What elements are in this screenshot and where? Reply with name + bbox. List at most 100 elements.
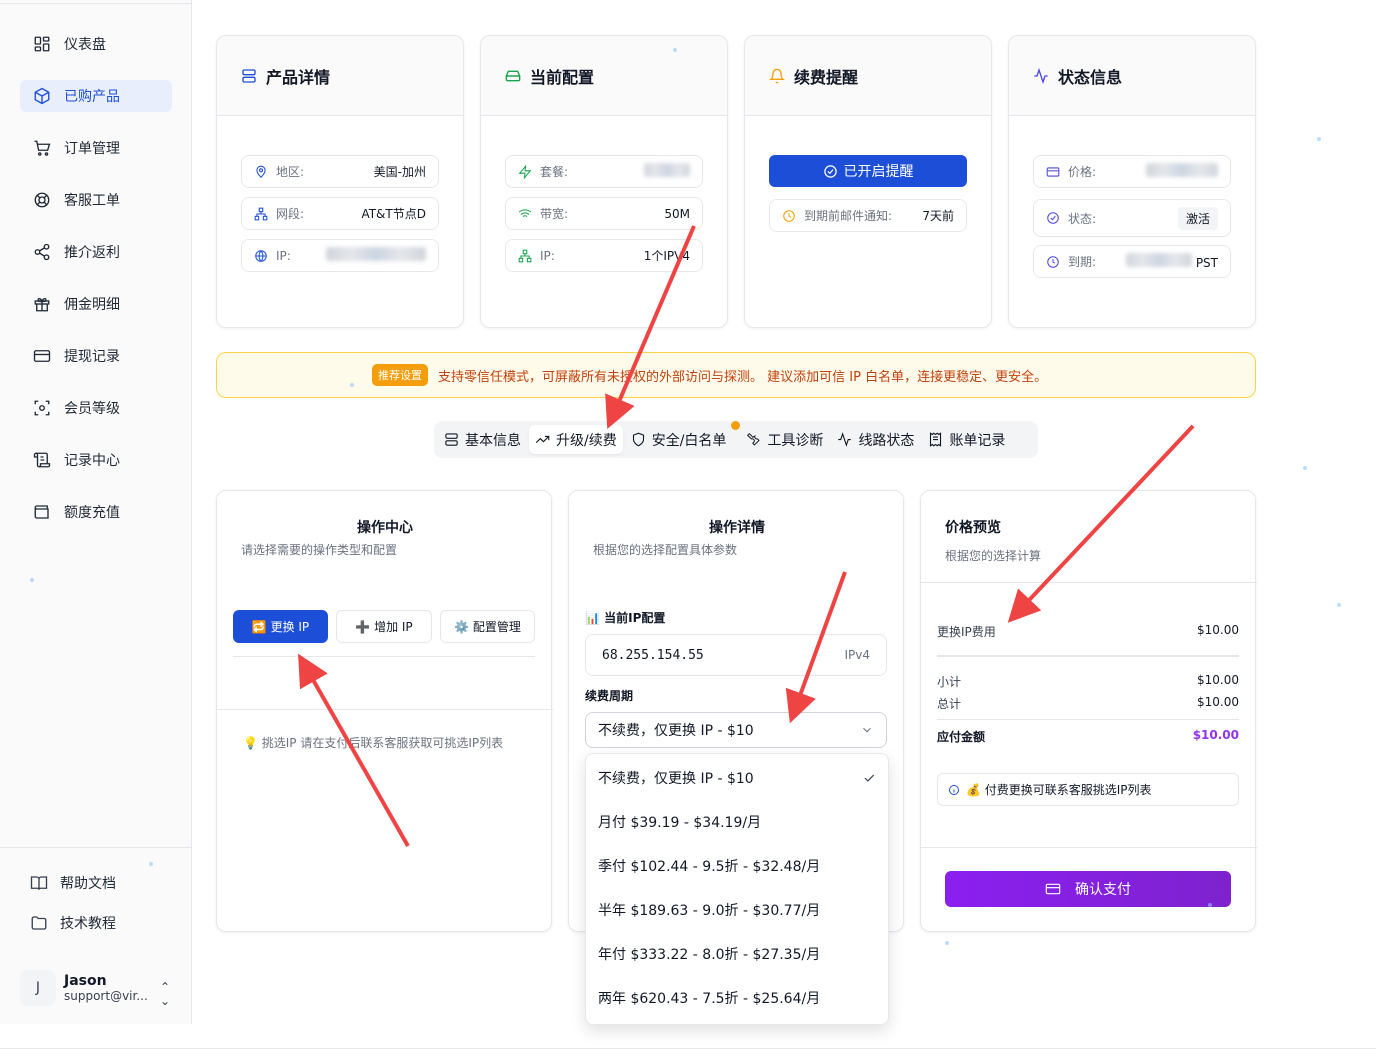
dropdown-option[interactable]: 不续费，仅更换 IP - $10 bbox=[586, 756, 888, 800]
status-info-card: 状态信息 价格: 状态: 激活 到期: PST bbox=[1008, 35, 1256, 328]
dropdown-option[interactable]: 季付 $102.44 - 9.5折 - $32.48/月 bbox=[586, 844, 888, 888]
user-menu[interactable]: J Jason support@vir... ⌃ ⌄ bbox=[20, 968, 180, 1008]
sidebar-item-withdrawals[interactable]: 提现记录 bbox=[20, 340, 172, 372]
wifi-icon bbox=[518, 208, 532, 219]
field-label: 地区: bbox=[276, 165, 305, 179]
redacted-value bbox=[1146, 163, 1218, 180]
card-header: 续费提醒 bbox=[745, 36, 991, 116]
sidebar-item-membership[interactable]: 会员等级 bbox=[20, 392, 172, 424]
card-header: 当前配置 bbox=[481, 36, 727, 116]
package-icon bbox=[32, 86, 52, 106]
tab-tools[interactable]: 工具诊断 bbox=[740, 425, 829, 454]
state-field: 状态: 激活 bbox=[1033, 199, 1231, 237]
tab-basic-info[interactable]: 基本信息 bbox=[438, 425, 527, 454]
email-notice-field: 到期前邮件通知: 7天前 bbox=[769, 199, 967, 232]
gift-icon bbox=[32, 294, 52, 314]
timezone-text: PST bbox=[1195, 256, 1218, 270]
sidebar-item-label: 会员等级 bbox=[64, 401, 120, 417]
card-header: 状态信息 bbox=[1009, 36, 1255, 116]
field-label: 带宽: bbox=[540, 207, 569, 221]
book-icon bbox=[30, 876, 48, 890]
sidebar-item-purchased-products[interactable]: 已购产品 bbox=[20, 80, 172, 112]
ip-type-label: IPv4 bbox=[844, 648, 870, 662]
current-ip-display: 68.255.154.55 IPv4 bbox=[585, 634, 887, 676]
sidebar-item-recharge[interactable]: 额度充值 bbox=[20, 496, 172, 528]
field-label: 网段: bbox=[276, 207, 305, 221]
tab-upgrade-renew[interactable]: 升级/续费 bbox=[529, 425, 623, 454]
network-icon bbox=[254, 207, 268, 220]
total-value: $10.00 bbox=[1197, 695, 1239, 709]
reminder-enabled-button[interactable]: 已开启提醒 bbox=[769, 155, 967, 187]
tab-label: 安全/白名单 bbox=[651, 432, 727, 449]
dropdown-option[interactable]: 月付 $39.19 - $34.19/月 bbox=[586, 800, 888, 844]
user-name: Jason bbox=[64, 973, 107, 989]
segment-field: 网段: AT&T节点D bbox=[241, 197, 439, 230]
sidebar-item-tutorials[interactable]: 技术教程 bbox=[30, 908, 116, 938]
field-value: AT&T节点D bbox=[361, 207, 426, 221]
current-ip-value: 68.255.154.55 bbox=[602, 647, 704, 663]
sidebar-item-tickets[interactable]: 客服工单 bbox=[20, 184, 172, 216]
folder-icon bbox=[31, 916, 47, 930]
server-icon bbox=[445, 433, 458, 446]
change-ip-button[interactable]: 🔁 更换 IP bbox=[233, 610, 328, 643]
trend-up-icon bbox=[535, 435, 550, 444]
sidebar-item-orders[interactable]: 订单管理 bbox=[20, 132, 172, 164]
tab-billing[interactable]: 账单记录 bbox=[922, 425, 1011, 454]
amount-due-label: 应付金额 bbox=[937, 730, 986, 744]
operation-center-card: 操作中心 请选择需要的操作类型和配置 🔁 更换 IP ➕ 增加 IP ⚙️ 配置… bbox=[216, 490, 553, 932]
ip-count-field: IP: 1个IPV4 bbox=[505, 239, 703, 272]
pick-ip-hint: 💡 挑选IP 请在支付后联系客服获取可挑选IP列表 bbox=[243, 736, 504, 750]
config-management-button[interactable]: ⚙️ 配置管理 bbox=[440, 610, 535, 643]
support-info-box: 💰 付费更换可联系客服挑选IP列表 bbox=[937, 773, 1239, 806]
redacted-value bbox=[644, 163, 690, 180]
product-tabs: 基本信息 升级/续费 安全/白名单 工具诊断 线路状态 账单记录 bbox=[434, 421, 1038, 458]
tab-label: 线路状态 bbox=[858, 432, 915, 449]
plan-field: 套餐: bbox=[505, 155, 703, 188]
sidebar-item-dashboard[interactable]: 仪表盘 bbox=[20, 28, 172, 60]
tab-security-whitelist[interactable]: 安全/白名单 bbox=[625, 421, 741, 454]
network-icon bbox=[518, 249, 532, 262]
sidebar-divider bbox=[0, 847, 192, 848]
server-icon bbox=[242, 68, 256, 83]
status-badge: 激活 bbox=[1177, 206, 1218, 230]
check-circle-icon bbox=[1047, 212, 1059, 224]
field-label: IP: bbox=[540, 248, 555, 263]
field-value: 美国-加州 bbox=[373, 165, 426, 179]
hard-drive-icon bbox=[505, 70, 521, 81]
shield-icon bbox=[632, 432, 644, 447]
sidebar-item-commission[interactable]: 佣金明细 bbox=[20, 288, 172, 320]
option-label: 半年 $189.63 - 9.0折 - $30.77/月 bbox=[598, 903, 821, 919]
dropdown-option[interactable]: 半年 $189.63 - 9.0折 - $30.77/月 bbox=[586, 888, 888, 932]
price-preview-card: 价格预览 根据您的选择计算 更换IP费用 $10.00 小计 $10.00 总计… bbox=[920, 490, 1257, 932]
card-subtitle: 根据您的选择配置具体参数 bbox=[593, 543, 738, 557]
sidebar-nav: 仪表盘 已购产品 订单管理 客服工单 推介返利 佣金明细 提现记录 会员等级 记… bbox=[20, 28, 172, 548]
renew-period-select[interactable]: 不续费，仅更换 IP - $10 bbox=[585, 712, 887, 748]
confirm-payment-button[interactable]: 确认支付 bbox=[945, 871, 1231, 907]
cart-icon bbox=[32, 138, 52, 158]
card-title: 操作中心 bbox=[357, 520, 413, 536]
sparkle-dot bbox=[350, 383, 354, 387]
renew-period-dropdown: 不续费，仅更换 IP - $10 月付 $39.19 - $34.19/月 季付… bbox=[585, 753, 889, 1025]
dropdown-option[interactable]: 年付 $333.22 - 8.0折 - $27.35/月 bbox=[586, 932, 888, 976]
sidebar-item-label: 技术教程 bbox=[60, 916, 116, 932]
subtotal-row: 小计 $10.00 bbox=[937, 673, 1239, 690]
card-icon bbox=[32, 346, 52, 366]
card-icon bbox=[1045, 883, 1061, 895]
button-label: 确认支付 bbox=[1075, 882, 1131, 898]
option-label: 不续费，仅更换 IP - $10 bbox=[598, 771, 754, 787]
activity-icon bbox=[838, 432, 852, 447]
sidebar-item-help-docs[interactable]: 帮助文档 bbox=[30, 868, 116, 898]
tab-line-status[interactable]: 线路状态 bbox=[831, 425, 920, 454]
sparkle-dot bbox=[30, 578, 34, 582]
dropdown-option[interactable]: 两年 $620.43 - 7.5折 - $25.64/月 bbox=[586, 976, 888, 1020]
sparkle-dot bbox=[945, 941, 949, 945]
sidebar-item-referral[interactable]: 推介返利 bbox=[20, 236, 172, 268]
field-label: 到期: bbox=[1068, 255, 1097, 269]
add-ip-button[interactable]: ➕ 增加 IP bbox=[336, 610, 432, 643]
sidebar-item-records[interactable]: 记录中心 bbox=[20, 444, 172, 476]
sidebar-item-label: 帮助文档 bbox=[60, 876, 116, 892]
field-label: 价格: bbox=[1068, 165, 1097, 179]
chevron-up-down-icon: ⌃ ⌄ bbox=[159, 980, 170, 1008]
subtotal-value: $10.00 bbox=[1197, 673, 1239, 687]
wrench-icon bbox=[747, 432, 761, 446]
